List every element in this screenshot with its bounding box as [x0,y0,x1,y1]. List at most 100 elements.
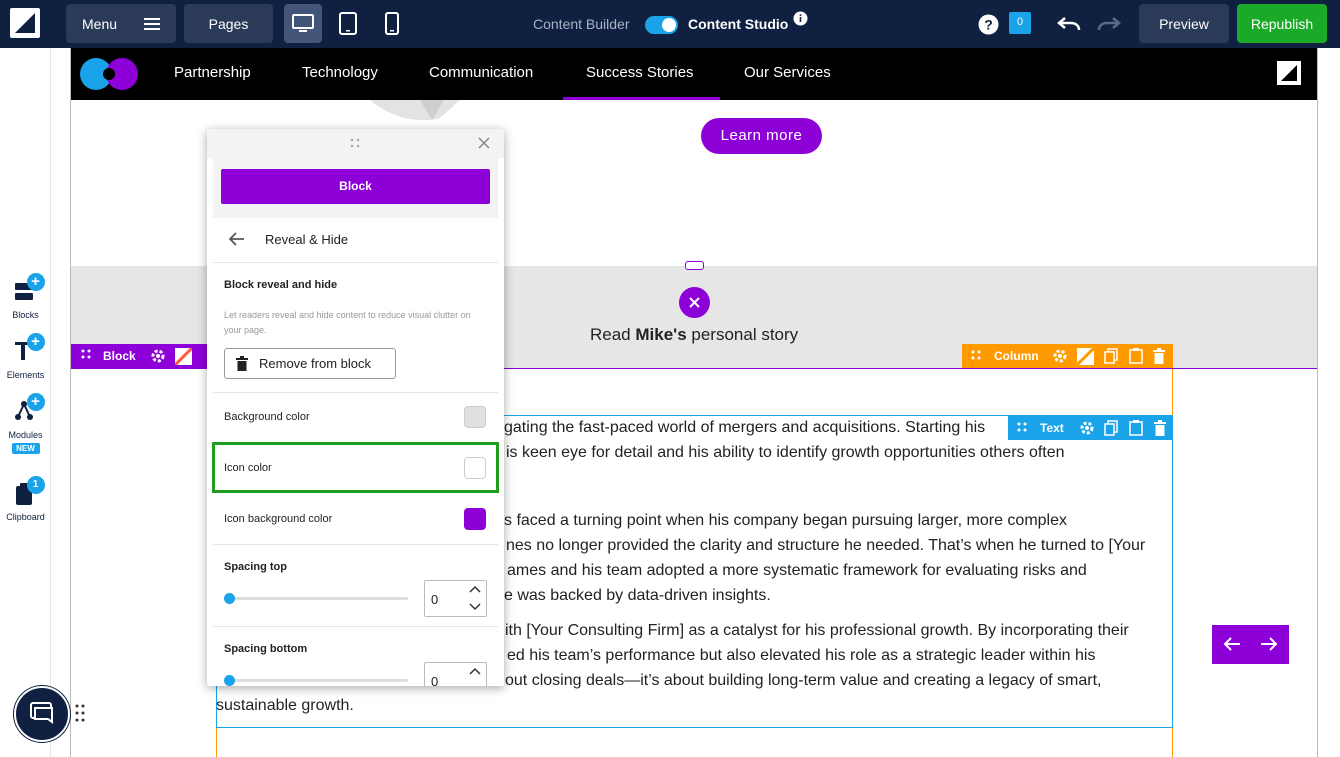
spacing-top-slider[interactable] [224,593,408,604]
text-toolbar[interactable]: Text [1008,416,1172,440]
remove-from-block-button[interactable]: Remove from block [224,348,396,379]
chevron-up-icon[interactable] [469,667,481,675]
preview-button[interactable]: Preview [1139,4,1229,43]
clipboard-count: 1 [26,476,45,494]
duplicate-icon[interactable] [1104,420,1118,436]
reveal-settings-panel: Block Reveal & Hide Block reveal and hid… [207,129,504,686]
body-text-line[interactable]: nes no longer provided the clarity and s… [506,537,1145,555]
help-icon[interactable]: ? [978,14,999,35]
pages-label: Pages [208,15,249,32]
carousel-arrows [1212,625,1289,664]
learn-more-button[interactable]: Learn more [701,118,822,154]
spacing-top-row: Spacing top 0 [213,545,498,627]
paste-icon[interactable] [1129,348,1143,364]
spacing-bottom-row: Spacing bottom 0 [213,627,498,686]
drag-icon[interactable] [81,349,91,361]
reveal-heading[interactable]: Read Mike's personal story [590,325,798,345]
chat-button[interactable] [14,686,70,742]
nav-item-technology[interactable]: Technology [302,48,378,100]
spacing-bottom-value: 0 [431,674,439,686]
sidebar-item-blocks[interactable]: + Blocks [0,273,51,320]
trash-icon[interactable] [1153,348,1165,364]
gear-icon[interactable] [1079,420,1095,436]
nav-item-partnership[interactable]: Partnership [174,48,251,100]
reveal-suffix: personal story [686,325,799,344]
undo-icon[interactable] [1057,14,1081,34]
column-toolbar[interactable]: Column [962,344,1173,368]
paste-icon[interactable] [1129,420,1143,436]
close-reveal-icon[interactable] [679,287,710,318]
add-icon: + [26,393,45,411]
gear-icon[interactable] [1052,348,1068,364]
slider-handle[interactable] [224,593,235,604]
spacing-top-input[interactable]: 0 [424,580,487,617]
panel-header[interactable] [207,129,504,158]
spacing-top-value: 0 [431,592,439,607]
background-color-swatch[interactable] [464,406,486,428]
no-color-icon[interactable] [1077,348,1094,365]
back-arrow-icon[interactable] [229,232,245,246]
hamburger-icon [144,17,160,30]
icon-bg-color-label: Icon background color [224,513,333,525]
menu-button[interactable]: Menu [66,4,176,43]
mobile-icon [385,12,399,35]
no-color-icon[interactable] [175,348,192,365]
sidebar-item-elements[interactable]: + Elements [0,333,51,380]
preview-label: Preview [1159,15,1209,32]
drag-handle-icon[interactable] [685,261,704,270]
icon-bg-color-swatch[interactable] [464,508,486,530]
body-text-line[interactable]: ith [Your Consulting Firm] as a catalyst… [505,622,1129,640]
mobile-view-button[interactable] [384,12,400,36]
desktop-view-button[interactable] [284,4,322,43]
column-toolbar-label: Column [994,349,1039,363]
site-brand-mark[interactable] [1277,61,1301,85]
tablet-view-button[interactable] [338,12,358,36]
spacing-bottom-slider[interactable] [224,675,408,686]
body-text-line[interactable]: ames and his team adopted a more systema… [507,562,1087,580]
content-studio-label: Content Studio [688,16,789,32]
info-icon[interactable] [793,11,808,26]
body-text-line[interactable]: ed his team’s performance but also eleva… [507,647,1095,665]
gear-icon[interactable] [150,348,166,364]
spacing-top-label: Spacing top [224,561,287,573]
desktop-icon [292,13,314,32]
slider-handle[interactable] [224,675,235,686]
reveal-name: Mike's [635,325,687,344]
nav-item-our-services[interactable]: Our Services [744,48,831,100]
drag-icon[interactable] [971,350,981,362]
chat-icon [30,702,53,724]
body-text-line[interactable]: s faced a turning point when his company… [504,512,1067,530]
pages-button[interactable]: Pages [184,4,273,43]
nav-item-success-stories[interactable]: Success Stories [586,48,694,100]
close-icon[interactable] [478,137,490,149]
body-text-line[interactable]: gating the fast-paced world of mergers a… [504,419,985,437]
spacing-bottom-input[interactable]: 0 [424,662,487,686]
chevron-down-icon[interactable] [469,603,481,611]
chevron-up-icon[interactable] [469,585,481,593]
background-color-row: Background color [213,393,498,443]
arrow-right-icon[interactable] [1260,636,1278,652]
drag-icon[interactable] [1017,422,1027,434]
body-text-line[interactable]: is keen eye for detail and his ability t… [506,444,1065,462]
block-tab-button[interactable]: Block [221,169,490,204]
drag-handle-icon[interactable] [75,704,85,724]
site-logo[interactable] [79,57,139,91]
sidebar-item-modules[interactable]: + Modules NEW [0,393,51,454]
duplicate-icon[interactable] [1104,348,1118,364]
arrow-left-icon[interactable] [1223,636,1241,652]
body-text-line[interactable]: sustainable growth. [216,697,354,715]
republish-button[interactable]: Republish [1237,4,1327,43]
notifications-icon[interactable]: 0 [1009,12,1031,34]
block-toolbar[interactable]: Block [71,344,216,368]
republish-label: Republish [1250,15,1314,32]
panel-section-header: Reveal & Hide [213,218,498,263]
body-text-line[interactable]: e was backed by data-driven insights. [504,587,771,605]
nav-item-communication[interactable]: Communication [429,48,533,100]
sidebar-item-clipboard[interactable]: 1 Clipboard [0,476,51,522]
mode-toggle[interactable] [645,16,678,34]
trash-icon[interactable] [1154,420,1166,436]
body-text-line[interactable]: out closing deals—it’s about building lo… [505,672,1101,690]
app-logo[interactable] [10,8,40,38]
drag-icon [350,138,360,148]
redo-icon[interactable] [1097,14,1121,34]
